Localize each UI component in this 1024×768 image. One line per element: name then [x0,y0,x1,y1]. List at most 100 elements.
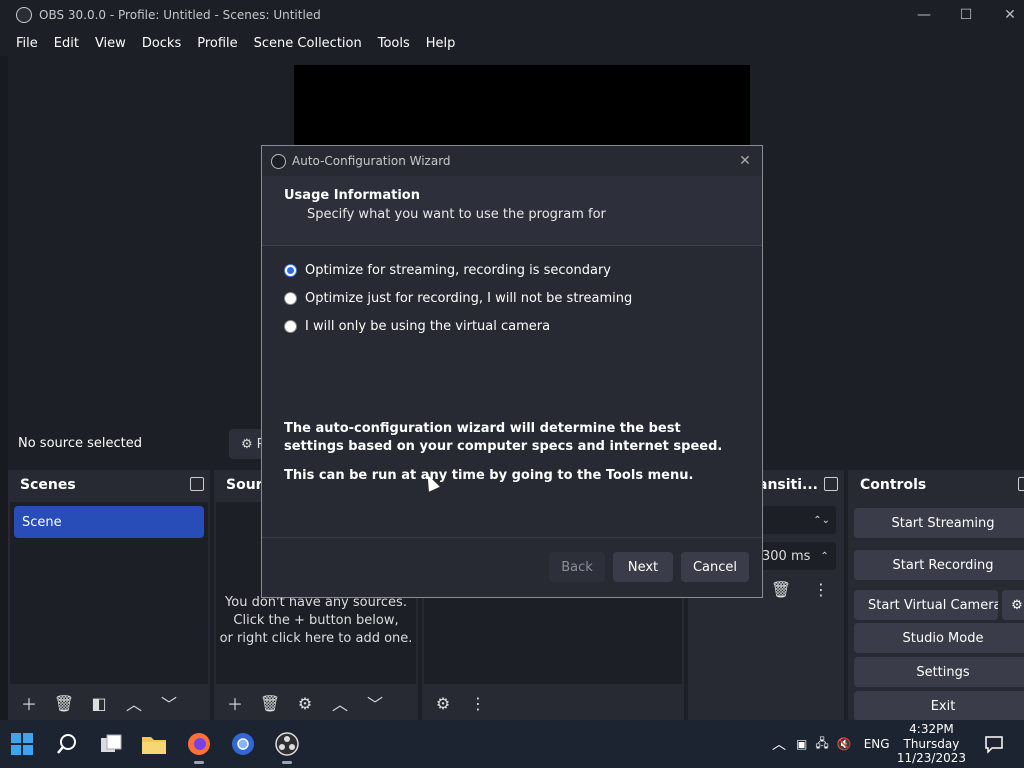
running-indicator [194,761,204,764]
transition-menu-button[interactable]: ⋮ [806,576,836,602]
chromium-button[interactable] [227,728,259,760]
source-properties-button[interactable]: ⚙ [290,690,320,716]
file-explorer-button[interactable] [138,728,170,760]
controls-dock: Controls Start Streaming Start Recording… [848,470,1024,721]
usage-option-recording[interactable]: Optimize just for recording, I will not … [284,291,632,306]
maximize-button[interactable]: ☐ [946,0,986,30]
system-tray: ︿ ▣ 🖧 🔇 ENG [772,720,890,768]
radio-button[interactable] [284,292,297,305]
obs-taskbar-button[interactable] [271,728,303,764]
menu-scene-collection[interactable]: Scene Collection [246,36,370,51]
audio-settings-button[interactable]: ⚙ [428,690,458,716]
cancel-button[interactable]: Cancel [681,552,749,582]
scenes-dock-header: Scenes [8,470,210,500]
menu-file[interactable]: File [8,36,46,51]
taskbar-clock[interactable]: 4:32PM Thursday 11/23/2023 [897,722,966,766]
remove-source-button[interactable]: 🗑 [255,690,285,716]
gear-icon: ⚙ [241,436,253,452]
wizard-tools-hint: This can be run at any time by going to … [284,468,694,483]
scene-filters-button[interactable]: ◧ [84,690,114,716]
studio-mode-button[interactable]: Studio Mode [854,623,1024,653]
task-view-icon [101,734,122,752]
transition-select[interactable]: ⌃⌄ [762,506,836,534]
running-indicator [282,761,292,764]
add-scene-button[interactable]: ＋ [14,690,44,716]
usage-option-label: Optimize just for recording, I will not … [305,291,633,306]
scenes-list[interactable]: Scene [10,502,208,684]
transition-duration-value: 300 ms [762,548,811,564]
scene-item-label: Scene [22,514,62,530]
menu-view[interactable]: View [87,36,134,51]
move-scene-up-button[interactable]: ︿ [119,690,149,716]
transitions-dock-title: ansiti... [758,477,818,493]
scenes-dock-title: Scenes [20,477,76,493]
network-icon[interactable]: 🖧 [815,734,828,755]
task-view-button[interactable] [95,728,127,760]
left-edge [0,56,8,720]
undock-icon[interactable] [1018,477,1024,491]
notifications-button[interactable] [978,728,1010,760]
start-recording-button[interactable]: Start Recording [854,550,1024,580]
settings-button[interactable]: Settings [854,657,1024,687]
dialog-title: Auto-Configuration Wizard [292,154,451,168]
dialog-heading: Usage Information [284,188,420,203]
menu-tools[interactable]: Tools [370,36,418,51]
exit-button[interactable]: Exit [854,691,1024,721]
search-button[interactable] [51,728,83,760]
menu-edit[interactable]: Edit [46,36,87,51]
meet-now-icon[interactable]: ▣ [796,737,807,751]
audio-menu-button[interactable]: ⋮ [463,690,493,716]
clock-date: 11/23/2023 [896,751,966,765]
start-button[interactable] [6,728,38,760]
transition-duration-input[interactable]: 300 ms ⌃ [758,542,836,570]
sources-empty-line: Click the + button below, [233,613,399,628]
scene-list-item[interactable]: Scene [14,506,204,538]
menu-bar: File Edit View Docks Profile Scene Colle… [8,30,463,56]
remove-transition-button[interactable]: 🗑 [766,576,796,602]
firefox-icon [188,733,210,755]
move-source-down-button[interactable]: ﹀ [360,690,390,716]
wizard-info-text: The auto-configuration wizard will deter… [284,421,723,454]
close-button[interactable]: ✕ [990,0,1024,30]
start-streaming-button[interactable]: Start Streaming [854,508,1024,538]
volume-muted-icon[interactable]: 🔇 [837,737,852,751]
move-scene-down-button[interactable]: ﹀ [154,690,184,716]
folder-icon [142,737,166,754]
obs-logo-icon [271,153,286,169]
back-button[interactable]: Back [549,552,605,582]
move-source-up-button[interactable]: ︿ [325,690,355,716]
menu-docks[interactable]: Docks [134,36,189,51]
clock-day: Thursday [903,736,960,751]
language-indicator[interactable]: ENG [864,737,890,751]
usage-option-label: Optimize for streaming, recording is sec… [305,263,612,278]
dialog-close-icon[interactable]: ✕ [736,152,754,170]
next-button[interactable]: Next [613,552,673,582]
usage-option-streaming[interactable]: Optimize for streaming, recording is sec… [284,263,611,278]
chevron-up-icon[interactable]: ︿ [772,734,786,754]
undock-icon[interactable] [190,477,204,491]
window-titlebar: OBS 30.0.0 - Profile: Untitled - Scenes:… [0,0,1024,30]
start-virtual-camera-label: Start Virtual Camera [868,597,998,613]
no-source-label: No source selected [18,436,142,451]
start-virtual-camera-button[interactable]: Start Virtual Camera [854,590,998,620]
radio-button-checked[interactable] [284,264,297,277]
minimize-button[interactable]: — [904,0,944,30]
controls-dock-title: Controls [860,477,927,493]
menu-profile[interactable]: Profile [189,36,245,51]
menu-help[interactable]: Help [418,36,464,51]
sources-toolbar: ＋ 🗑 ⚙ ︿ ﹀ [214,686,418,720]
dialog-header: Usage Information Specify what you want … [262,176,762,246]
firefox-button[interactable] [183,728,215,764]
windows-logo-icon [11,733,33,755]
usage-option-virtual-camera[interactable]: I will only be using the virtual camera [284,319,550,334]
scenes-toolbar: ＋ 🗑 ◧ ︿ ﹀ [8,686,210,720]
virtual-camera-settings-button[interactable]: ⚙ [1002,590,1024,620]
clock-time: 4:32PM [909,722,954,736]
radio-button[interactable] [284,320,297,333]
undock-icon[interactable] [824,477,838,491]
sources-empty-message: You don't have any sources. Click the + … [216,594,416,648]
dialog-titlebar: Auto-Configuration Wizard [262,146,762,176]
remove-scene-button[interactable]: 🗑 [49,690,79,716]
spinner-icon: ⌃ [820,550,829,562]
add-source-button[interactable]: ＋ [220,690,250,716]
